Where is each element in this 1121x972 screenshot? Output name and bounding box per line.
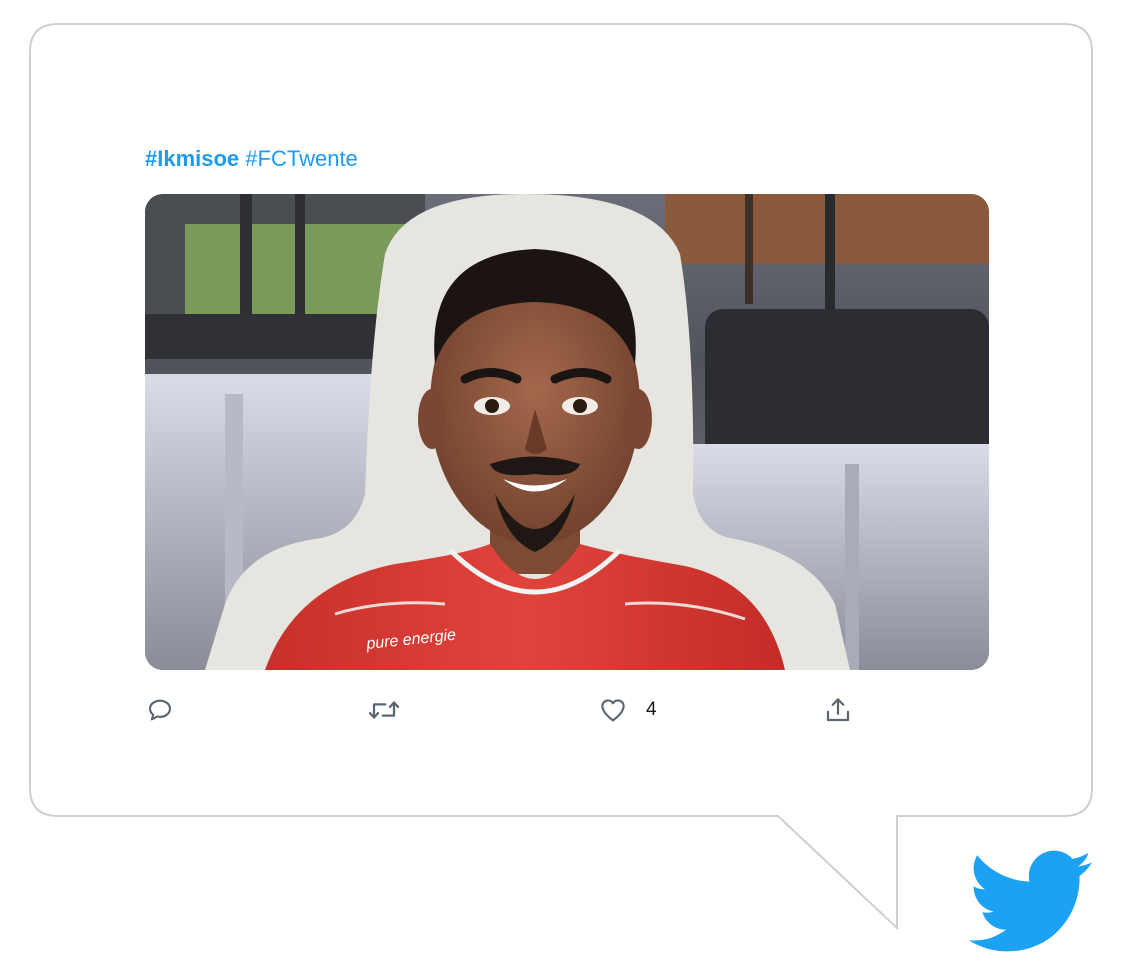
like-button[interactable]: 4	[598, 690, 657, 730]
tweet-photo[interactable]: pure energie	[145, 194, 989, 670]
like-count: 4	[646, 699, 657, 720]
tweet-action-bar: 4	[145, 690, 865, 730]
heart-icon	[601, 699, 625, 722]
retweet-icon	[368, 701, 400, 719]
player-cardboard-cutout-photo: pure energie	[145, 194, 989, 670]
tweet-hashtags: #Ikmisoe #FCTwente	[145, 144, 358, 174]
reply-button[interactable]	[145, 690, 175, 730]
share-button[interactable]	[823, 690, 853, 730]
twitter-bird-icon	[970, 850, 1092, 952]
hashtag-fctwente-link[interactable]: #FCTwente	[245, 146, 358, 171]
retweet-button[interactable]	[367, 690, 401, 730]
hashtag-ikmisoe-link[interactable]: #Ikmisoe	[145, 146, 239, 171]
share-icon	[826, 698, 850, 722]
reply-icon	[148, 699, 172, 721]
